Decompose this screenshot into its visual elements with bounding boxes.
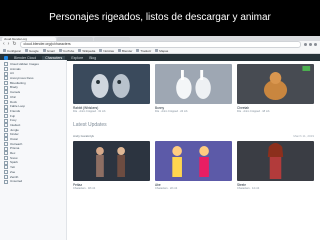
sidebar-item[interactable]: Unsorted (0, 179, 66, 184)
character-thumbnail (172, 146, 209, 177)
folder-icon (4, 146, 8, 151)
bookmark[interactable]: Traducir (136, 49, 151, 53)
bookmark[interactable]: Wikipedia (78, 49, 95, 53)
featured-card[interactable]: Rabbit (Whiskers) File · Anim Cropped · … (73, 64, 150, 113)
folder-icon (4, 113, 8, 118)
character-thumbnail (263, 66, 311, 100)
card-thumbnail[interactable] (155, 141, 232, 181)
bookmark-icon (3, 49, 6, 52)
nav-explore[interactable]: Explore (71, 56, 83, 60)
bookmark-icon (42, 49, 46, 52)
nav-blog[interactable]: Blog (89, 56, 96, 60)
sidebar-item-label: Unsorted (10, 179, 23, 184)
folder-icon (4, 142, 8, 147)
site-logo-icon[interactable] (4, 55, 8, 60)
folder-icon (4, 76, 8, 81)
slide-title: Personajes rigeados, listos de descargar… (49, 12, 271, 23)
bookmark-icon (25, 49, 29, 52)
forward-icon[interactable]: › (8, 41, 10, 48)
folder-icon (4, 170, 8, 175)
main-panel: Rabbit (Whiskers) File · Anim Cropped · … (67, 60, 320, 240)
folder-icon (4, 109, 8, 114)
folder-icon (4, 95, 8, 100)
bookmark-icon (78, 49, 82, 52)
folder-icon (4, 118, 8, 123)
latest-row: Pettaz Characters · 18 mb Abe Characters… (73, 141, 314, 190)
folder-icon (4, 81, 8, 86)
latest-card[interactable]: Pettaz Characters · 18 mb (73, 141, 150, 190)
bookmark[interactable]: Gmail (42, 49, 55, 53)
card-meta: File · Anim Cropped · 31 mb (73, 110, 106, 113)
folder-icon (4, 160, 8, 165)
bookmark[interactable]: Mapas (155, 49, 168, 53)
folder-icon (4, 62, 8, 67)
folder-icon (4, 137, 8, 142)
folder-icon (4, 85, 8, 90)
folder-icon (4, 132, 8, 137)
address-input[interactable]: cloud.blender.org/p/characters (19, 41, 301, 48)
reload-icon[interactable]: ↻ (12, 41, 16, 48)
folder-icon (4, 179, 8, 184)
latest-card[interactable]: Steele Characters · 14 mb (237, 141, 314, 190)
extension-icon[interactable] (304, 43, 307, 46)
bookmark[interactable]: Google (25, 49, 39, 53)
card-thumbnail[interactable] (237, 141, 314, 181)
section-subheader: Andy Goralczyk March 11, 2019 (73, 134, 314, 138)
bookmark[interactable]: YouTube (58, 49, 74, 53)
update-date: March 11, 2019 (293, 134, 314, 138)
folder-icon (4, 71, 8, 76)
url-bar: ‹ › ↻ cloud.blender.org/p/characters (0, 41, 320, 48)
nav-characters[interactable]: Characters (42, 55, 66, 60)
folder-icon (4, 90, 8, 95)
card-thumbnail[interactable] (73, 64, 150, 104)
nav-home[interactable]: Blender Cloud (14, 56, 36, 60)
folder-icon (4, 99, 8, 104)
folder-icon (4, 151, 8, 156)
card-meta: File · Anim Cropped · 24 mb (155, 110, 188, 113)
card-thumbnail[interactable] (155, 64, 232, 104)
featured-card[interactable]: Bunny File · Anim Cropped · 24 mb (155, 64, 232, 113)
bookmark-icon (155, 49, 159, 52)
bookmark-icon (136, 49, 140, 52)
bookmark-icon (118, 49, 122, 52)
latest-card[interactable]: Abe Characters · 22 mb (155, 141, 232, 190)
menu-icon[interactable] (314, 43, 317, 46)
bookmark[interactable]: Blender (118, 49, 132, 53)
browser-window: cloud.blender.org ‹ › ↻ cloud.blender.or… (0, 36, 320, 240)
card-meta: File · Anim Cropped · 18 mb (237, 110, 270, 113)
card-meta: Characters · 22 mb (155, 187, 178, 190)
card-thumbnail[interactable] (73, 141, 150, 181)
bookmark-icon (58, 49, 62, 52)
card-thumbnail[interactable] (237, 64, 314, 104)
bookmark[interactable]: Configurar (3, 49, 21, 53)
character-thumbnail (91, 74, 130, 98)
folder-icon (4, 174, 8, 179)
character-thumbnail (176, 70, 211, 99)
folder-icon (4, 165, 8, 170)
sidebar: Cloud Hidden Images Animals Art Anonymous D… (0, 60, 67, 240)
folder-icon (4, 127, 8, 132)
folder-icon (4, 104, 8, 109)
bookmark[interactable]: Noticias (99, 49, 114, 53)
card-meta: Characters · 14 mb (237, 187, 260, 190)
page-content: Cloud Hidden Images Animals Art Anonymous D… (0, 60, 320, 240)
folder-icon (4, 156, 8, 161)
character-thumbnail (267, 143, 284, 179)
extension-icons (304, 43, 317, 46)
character-thumbnail (96, 147, 125, 177)
featured-card[interactable]: Cheetah File · Anim Cropped · 18 mb (237, 64, 314, 113)
folder-icon (4, 67, 8, 72)
featured-row: Rabbit (Whiskers) File · Anim Cropped · … (73, 64, 314, 113)
folder-icon (4, 123, 8, 128)
back-icon[interactable]: ‹ (3, 41, 5, 48)
section-title: Latest Updates (73, 122, 107, 128)
author-name[interactable]: Andy Goralczyk (73, 134, 94, 138)
card-meta: Characters · 18 mb (73, 187, 96, 190)
bookmark-icon (99, 49, 103, 52)
extension-icon[interactable] (309, 43, 312, 46)
